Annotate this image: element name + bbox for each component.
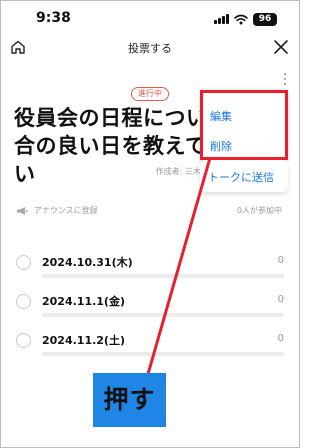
annotation-callout: 押す xyxy=(93,373,166,427)
